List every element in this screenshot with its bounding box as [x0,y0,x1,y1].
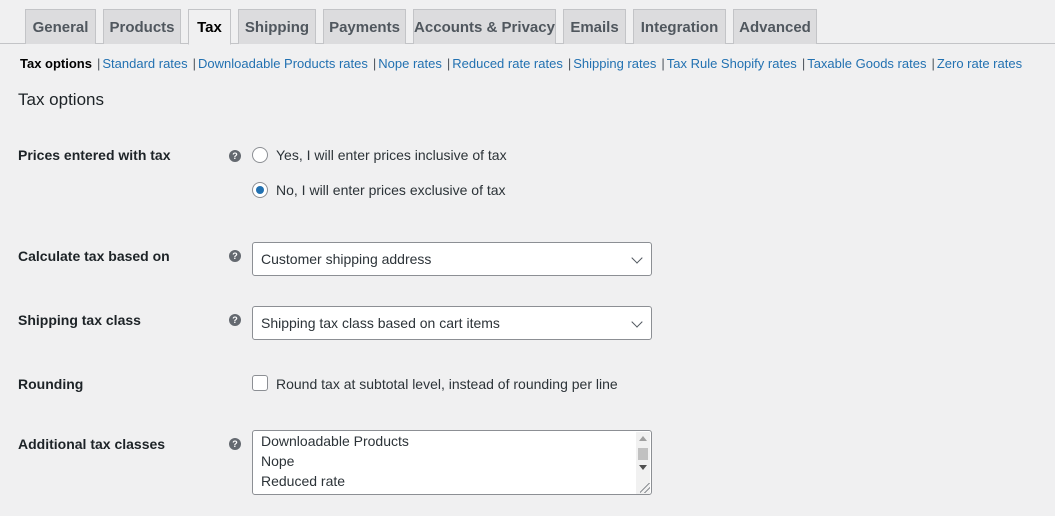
help-icon[interactable]: ? [229,438,241,450]
subnav-separator: | [567,55,572,71]
section-title: Tax options [18,90,104,109]
additional-tax-classes-label: Additional tax classes [18,436,166,452]
subnav-link-tax-rule-shopify-rates[interactable]: Tax Rule Shopify rates [667,56,797,71]
subnav-link-nope-rates[interactable]: Nope rates [378,56,442,71]
tax-subsection-nav: Tax options | Standard rates | Downloada… [20,54,1022,72]
subnav-link-zero-rate-rates[interactable]: Zero rate rates [937,56,1022,71]
tab-emails[interactable]: Emails [563,9,626,44]
shipping-tax-class-label: Shipping tax class [18,312,141,328]
subnav-separator: | [192,55,197,71]
subnav-link-reduced-rate-rates[interactable]: Reduced rate rates [452,56,563,71]
subnav-separator: | [801,55,806,71]
scroll-down-arrow-icon[interactable] [639,465,647,470]
tab-tax[interactable]: Tax [188,9,231,45]
tab-advanced[interactable]: Advanced [733,9,817,44]
subnav-separator: | [661,55,665,71]
tab-accounts-privacy[interactable]: Accounts & Privacy [413,9,556,44]
subnav-link-downloadable-products-rates[interactable]: Downloadable Products rates [198,56,368,71]
tab-payments[interactable]: Payments [323,9,406,44]
subnav-separator: | [96,55,101,71]
shipping-tax-class-select[interactable]: Shipping tax class based on cart items [252,306,652,340]
textarea-line: Reduced rate [261,473,346,489]
calculate-tax-based-on-label: Calculate tax based on [18,248,170,264]
settings-tabs: General Products Tax Shipping Payments A… [0,0,1055,45]
subnav-link-shipping-rates[interactable]: Shipping rates [573,56,656,71]
subnav-link-standard-rates[interactable]: Standard rates [102,56,187,71]
round-at-subtotal-checkbox[interactable] [252,375,268,391]
prices-inclusive-radio[interactable] [252,147,268,163]
subnav-separator: | [372,55,377,71]
tab-products[interactable]: Products [103,9,181,44]
select-value: Shipping tax class based on cart items [261,315,500,331]
scroll-thumb[interactable] [638,448,648,460]
textarea-line: Nope [261,453,295,469]
round-at-subtotal-label[interactable]: Round tax at subtotal level, instead of … [276,376,618,392]
tab-shipping[interactable]: Shipping [238,9,316,44]
select-value: Customer shipping address [261,251,432,267]
prices-exclusive-label[interactable]: No, I will enter prices exclusive of tax [276,182,506,198]
tab-integration[interactable]: Integration [633,9,726,44]
calculate-tax-based-on-select[interactable]: Customer shipping address [252,242,652,276]
help-icon[interactable]: ? [229,150,241,162]
chevron-down-icon [631,316,643,328]
chevron-down-icon [631,252,643,264]
help-icon[interactable]: ? [229,250,241,262]
tab-general[interactable]: General [25,9,96,44]
subnav-link-taxable-goods-rates[interactable]: Taxable Goods rates [807,56,926,71]
scroll-up-arrow-icon[interactable] [639,436,647,441]
subnav-separator: | [446,55,451,71]
textarea-line: Downloadable Products [261,433,409,449]
subnav-current-tax-options: Tax options [20,55,92,71]
additional-tax-classes-textarea[interactable]: Downloadable Products Nope Reduced rate [252,430,652,495]
rounding-label: Rounding [18,376,84,392]
prices-inclusive-label[interactable]: Yes, I will enter prices inclusive of ta… [276,147,507,163]
prices-entered-with-tax-label: Prices entered with tax [18,147,171,163]
resize-handle-icon[interactable] [640,483,650,493]
help-icon[interactable]: ? [229,314,241,326]
subnav-separator: | [931,55,935,71]
prices-exclusive-radio[interactable] [252,182,268,198]
